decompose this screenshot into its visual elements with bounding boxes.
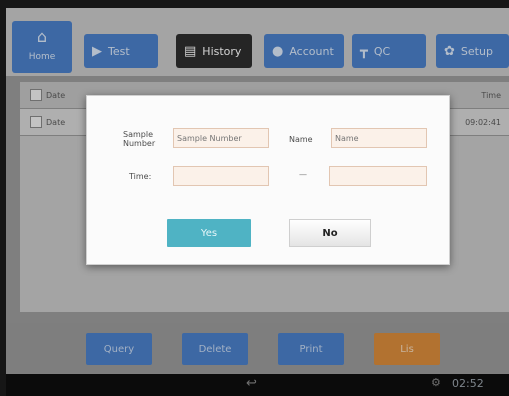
modal-overlay: Sample Number Name Time: — Yes No xyxy=(0,0,509,396)
no-button[interactable]: No xyxy=(289,219,371,247)
sample-number-input[interactable] xyxy=(173,128,269,148)
yes-button[interactable]: Yes xyxy=(167,219,251,247)
time-start-input[interactable] xyxy=(173,166,269,186)
name-label: Name xyxy=(289,135,313,144)
search-dialog: Sample Number Name Time: — Yes No xyxy=(86,95,450,265)
time-separator: — xyxy=(299,170,307,179)
name-input[interactable] xyxy=(331,128,427,148)
time-end-input[interactable] xyxy=(329,166,427,186)
time-label: Time: xyxy=(129,172,152,181)
sample-number-label: Sample Number xyxy=(123,130,156,148)
